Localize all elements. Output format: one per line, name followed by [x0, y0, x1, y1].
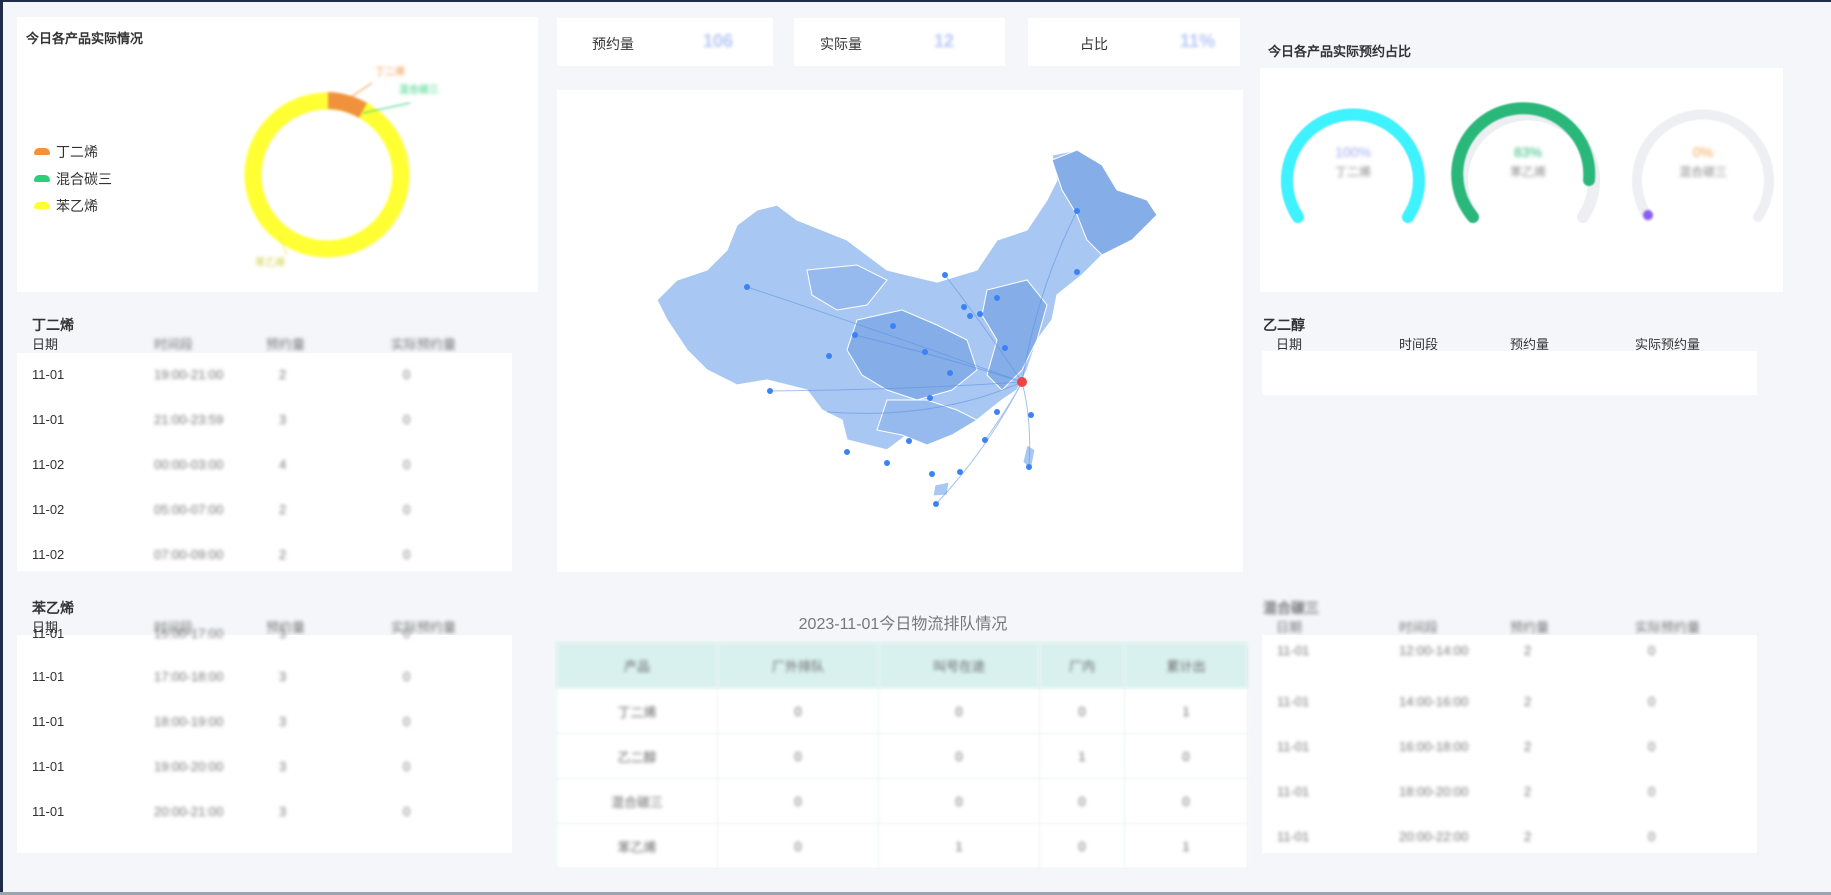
table-row[interactable]: 苯乙烯 0 1 0 1 — [555, 823, 1249, 869]
queue-header-row: 产品 厂外排队 叫号在途 厂内 累计出 — [555, 642, 1249, 689]
table-butadiene-body: 11-01 19:00-21:00 2 0 11-01 21:00-23:59 3 0 11… — [17, 353, 512, 571]
table-glycol-title: 乙二醇 — [1263, 317, 1305, 333]
donut-ring-styrene — [244, 92, 410, 258]
table-row[interactable]: 11-02 05:00-07:00 2 0 — [17, 488, 512, 533]
table-glycol-body — [1262, 351, 1757, 395]
table-row[interactable]: 11-01 16:00-18:00 2 0 — [1262, 725, 1757, 770]
stat-ratio: 占比 11% — [1028, 18, 1240, 66]
table-row[interactable]: 乙二醇 0 0 1 0 — [555, 733, 1249, 779]
donut-label-butadiene: 丁二烯 — [375, 65, 405, 78]
table-row[interactable]: 11-01 19:00-20:00 3 0 — [17, 745, 512, 790]
gauge-dot-3 — [1643, 210, 1653, 220]
stat-actual: 实际量 12 — [794, 18, 1005, 66]
table-butadiene-title: 丁二烯 — [32, 317, 74, 333]
table-row[interactable]: 11-01 20:00-21:00 3 0 — [17, 790, 512, 835]
stat-ratio-value: 11% — [1180, 31, 1216, 51]
queue-title: 2023-11-01今日物流排队情况 — [798, 616, 1008, 633]
donut-panel: 今日各产品实际情况 丁二烯 混合碳三 苯乙烯 丁二烯 混合碳三 苯乙烯 — [17, 17, 538, 292]
table-row[interactable]: 11-01 20:00-22:00 2 0 — [1262, 815, 1757, 860]
stat-actual-label: 实际量 — [820, 36, 862, 52]
gauge-3-name: 混合碳三 — [1678, 165, 1727, 179]
stat-reserved: 预约量 106 — [557, 18, 773, 66]
donut-label-c3: 混合碳三 — [399, 83, 439, 96]
stat-ratio-label: 占比 — [1080, 36, 1108, 52]
table-styrene-title: 苯乙烯 — [32, 600, 74, 616]
donut-label-styrene: 苯乙烯 — [255, 256, 285, 269]
gauge-2-name: 苯乙烯 — [1509, 165, 1546, 179]
donut-chart: 丁二烯 混合碳三 苯乙烯 — [244, 65, 439, 269]
gauge-1-name: 丁二烯 — [1334, 165, 1371, 179]
table-row[interactable]: 11-01 18:00-20:00 2 0 — [1262, 770, 1757, 815]
gauge-2-percent: 83% — [1513, 144, 1543, 160]
table-c3-title: 混合碳三 — [1263, 600, 1319, 616]
table-row[interactable]: 丁二烯 0 0 0 1 — [555, 688, 1249, 734]
map-destination-marker — [1017, 377, 1027, 387]
gauges — [1281, 102, 1774, 223]
china-logistics-map[interactable] — [557, 90, 1243, 572]
table-row[interactable]: 11-01 15:00-17:00 3 0 — [17, 626, 512, 646]
table-row[interactable]: 11-01 12:00-14:00 2 0 — [1262, 635, 1757, 680]
table-row[interactable]: 11-02 07:00-09:00 2 0 — [17, 533, 512, 578]
table-row[interactable]: 11-01 17:00-18:00 3 0 — [17, 655, 512, 700]
table-row[interactable]: 11-01 19:00-21:00 2 0 — [17, 353, 512, 398]
table-c3-body: 11-01 12:00-14:00 2 0 11-01 14:00-16:00 2 0 11… — [1262, 635, 1757, 853]
stat-reserved-value: 106 — [703, 31, 734, 51]
table-row[interactable]: 11-01 18:00-19:00 3 0 — [17, 700, 512, 745]
table-row[interactable]: 11-01 14:00-16:00 2 0 — [1262, 680, 1757, 725]
table-row[interactable]: 11-01 21:00-23:59 3 0 — [17, 398, 512, 443]
table-styrene-body: 11-01 15:00-17:00 3 0 11-01 17:00-18:00 3 0 11… — [17, 626, 512, 853]
gauge-panel-title: 今日各产品实际预约占比 — [1268, 44, 1412, 59]
window-left-border — [0, 0, 3, 895]
stat-reserved-label: 预约量 — [592, 36, 634, 52]
gauge-1-percent: 100% — [1335, 144, 1371, 160]
window-top-border — [0, 0, 1831, 2]
queue-table: 产品 厂外排队 叫号在途 厂内 累计出 丁二烯 0 0 0 1 乙二醇 0 0 1 0 混合碳三… — [555, 642, 1249, 869]
gauge-panel: 100% 丁二烯 83% 苯乙烯 0% 混合碳三 — [1260, 68, 1783, 292]
stat-actual-value: 12 — [934, 31, 955, 51]
map-panel — [557, 90, 1243, 572]
table-row[interactable]: 混合碳三 0 0 0 0 — [555, 778, 1249, 824]
gauge-3-percent: 0% — [1692, 144, 1714, 160]
map-region-hainan — [932, 481, 950, 497]
table-row[interactable]: 11-02 00:00-03:00 4 0 — [17, 443, 512, 488]
